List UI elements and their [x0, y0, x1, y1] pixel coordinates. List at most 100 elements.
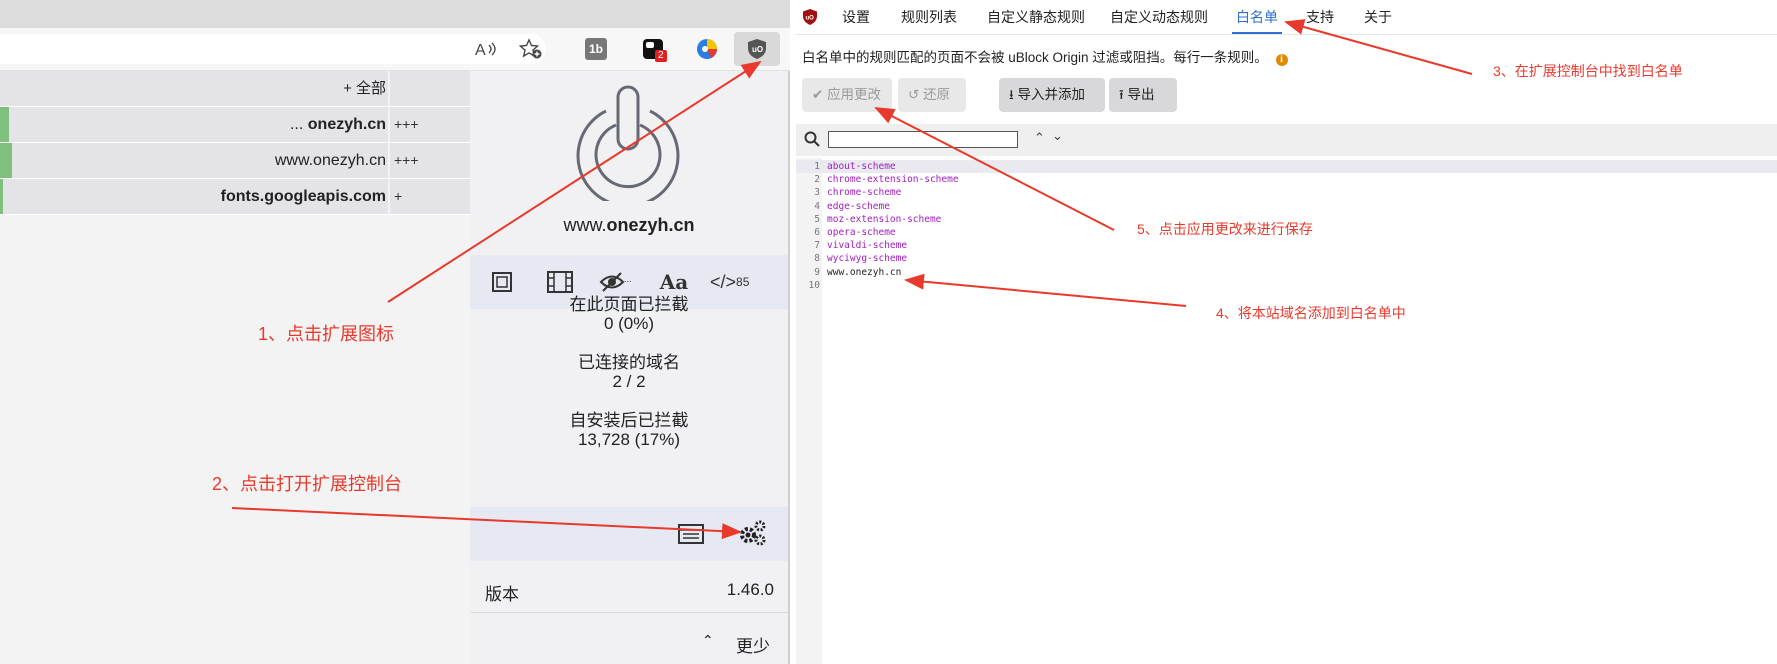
line-text: edge-scheme	[827, 200, 890, 212]
stat-value: 13,728 (17%)	[577, 430, 681, 449]
hostname-domain: onezyh.cn	[606, 215, 695, 235]
address-bar[interactable]	[0, 34, 546, 64]
import-button[interactable]: ⭳ 导入并添加	[999, 78, 1105, 112]
annotation-step1: 1、点击扩展图标	[258, 324, 395, 344]
undo-icon: ↺	[908, 87, 924, 102]
domain-row[interactable]: www.onezyh.cn +++	[0, 143, 470, 179]
request-bar	[0, 179, 3, 214]
line-text: wyciwyg-scheme	[827, 253, 908, 265]
stat-value: 2 / 2	[612, 372, 646, 391]
export-button[interactable]: ⭱ 导出	[1109, 78, 1177, 112]
check-icon: ✔	[812, 87, 828, 102]
extension-badge-icon[interactable]: 2	[640, 36, 667, 62]
search-next-icon[interactable]: ⌄	[1052, 128, 1063, 144]
power-button[interactable]	[568, 81, 688, 208]
line-number: 2	[814, 174, 820, 186]
power-icon	[576, 85, 680, 208]
export-label: 导出	[1127, 87, 1155, 102]
domain-count-cell	[390, 71, 470, 106]
request-bar	[0, 143, 12, 178]
domain-name: www.onezyh.cn	[0, 143, 388, 178]
domain-prefix: ...	[289, 116, 308, 133]
line-text: about-scheme	[827, 161, 896, 172]
editor-line[interactable]: 9 www.onezyh.cn	[796, 266, 1777, 279]
line-number: 8	[814, 253, 820, 265]
tab-my-rules[interactable]: 自定义动态规则	[1110, 0, 1208, 34]
extension-1b-icon[interactable]: 1b	[585, 38, 607, 60]
stat-label: 自安装后已拦截	[569, 411, 689, 430]
editor-line[interactable]: 7 vivaldi-scheme	[796, 239, 1777, 252]
line-text: chrome-scheme	[827, 187, 902, 199]
extension-badge-count: 2	[655, 50, 667, 62]
tab-support[interactable]: 支持	[1306, 0, 1334, 34]
stat-value: 0 (0%)	[603, 314, 655, 333]
revert-button[interactable]: ↺ 还原	[898, 78, 966, 112]
import-label: 导入并添加	[1017, 87, 1085, 102]
annotation-step5: 5、点击应用更改来进行保存	[1137, 221, 1313, 237]
whitelist-description: 白名单中的规则匹配的页面不会被 uBlock Origin 过滤或阻挡。每行一条…	[802, 46, 1288, 66]
tab-whitelist[interactable]: 白名单	[1232, 0, 1282, 34]
read-aloud-icon[interactable]: A	[473, 36, 499, 62]
editor-line[interactable]: 8 wyciwyg-scheme	[796, 252, 1777, 265]
browser-toolbar: A 1b 2 uO	[0, 28, 790, 71]
domain-text: fonts.googleapis.com	[220, 188, 386, 205]
domain-text: www.onezyh.cn	[274, 152, 386, 169]
line-number: 7	[814, 240, 820, 252]
tab-strip	[0, 0, 790, 28]
editor-line[interactable]: 10	[796, 279, 1777, 292]
logger-icon[interactable]	[678, 523, 704, 550]
scrollbar[interactable]	[788, 71, 790, 664]
ublock-dashboard: uO 设置 规则列表 自定义静态规则 自定义动态规则 白名单 支持 关于 白名单…	[796, 0, 1777, 664]
tab-about[interactable]: 关于	[1364, 0, 1392, 34]
line-number: 9	[814, 266, 820, 278]
domain-name: fonts.googleapis.com	[0, 179, 388, 214]
editor-line[interactable]: 1 about-scheme	[796, 160, 1777, 174]
ublock-popup: www.onezyh.cn ... Aa </> 85 在此页面已拦截 0 (0%…	[470, 71, 788, 664]
apply-changes-button[interactable]: ✔ 应用更改	[802, 78, 892, 112]
editor-search-bar: ⌃ ⌄	[796, 124, 1777, 156]
tab-my-filters[interactable]: 自定义静态规则	[987, 0, 1085, 34]
line-text: opera-scheme	[827, 227, 896, 238]
request-bar	[0, 107, 9, 142]
tab-settings[interactable]: 设置	[842, 0, 870, 34]
description-text: 白名单中的规则匹配的页面不会被 uBlock Origin 过滤或阻挡。每行一条…	[802, 50, 1268, 65]
editor-line[interactable]: 4 edge-scheme	[796, 200, 1777, 213]
domain-count: +++	[390, 107, 470, 142]
editor-line[interactable]: 3 chrome-scheme	[796, 186, 1777, 199]
annotation-step4: 4、将本站域名添加到白名单中	[1216, 305, 1406, 321]
line-number: 10	[808, 279, 820, 291]
dashboard-gear-icon[interactable]	[738, 519, 768, 552]
line-text: chrome-extension-scheme	[827, 174, 959, 186]
info-icon[interactable]: i	[1275, 54, 1288, 66]
annotation-step3: 3、在扩展控制台中找到白名单	[1493, 63, 1683, 79]
svg-text:uO: uO	[752, 45, 763, 54]
domain-list-header: + 全部	[0, 71, 470, 107]
svg-text:A: A	[475, 42, 486, 59]
search-prev-icon[interactable]: ⌃	[1034, 130, 1045, 146]
annotation-step2: 2、点击打开扩展控制台	[212, 474, 403, 494]
line-number: 1	[814, 161, 820, 172]
ublock-icon: uO	[748, 39, 766, 59]
popup-bottom-bar	[470, 507, 788, 561]
extension-colorful-icon[interactable]	[694, 36, 720, 62]
editor-line[interactable]: 2 chrome-extension-scheme	[796, 173, 1777, 186]
line-number: 4	[814, 200, 820, 212]
line-number: 6	[814, 227, 820, 238]
line-text: www.onezyh.cn	[827, 266, 902, 278]
domain-count: +++	[390, 143, 470, 178]
search-icon	[804, 131, 820, 152]
all-domains-toggle[interactable]: + 全部	[0, 71, 388, 106]
domain-text: onezyh.cn	[307, 116, 386, 133]
line-text: vivaldi-scheme	[827, 240, 908, 252]
stat-label: 已连接的域名	[578, 353, 680, 372]
hostname-prefix: www.	[563, 215, 607, 235]
favorite-add-icon[interactable]	[518, 36, 544, 62]
domain-row[interactable]: ... onezyh.cn +++	[0, 107, 470, 143]
tab-filter-lists[interactable]: 规则列表	[901, 0, 957, 34]
popup-hostname: www.onezyh.cn	[470, 215, 788, 236]
less-row[interactable]: ⌃ 更少	[470, 622, 788, 664]
domain-row[interactable]: fonts.googleapis.com +	[0, 179, 470, 215]
search-input[interactable]	[828, 131, 1018, 148]
ublock-icon-button[interactable]: uO	[734, 32, 780, 66]
apply-label: 应用更改	[827, 87, 882, 102]
